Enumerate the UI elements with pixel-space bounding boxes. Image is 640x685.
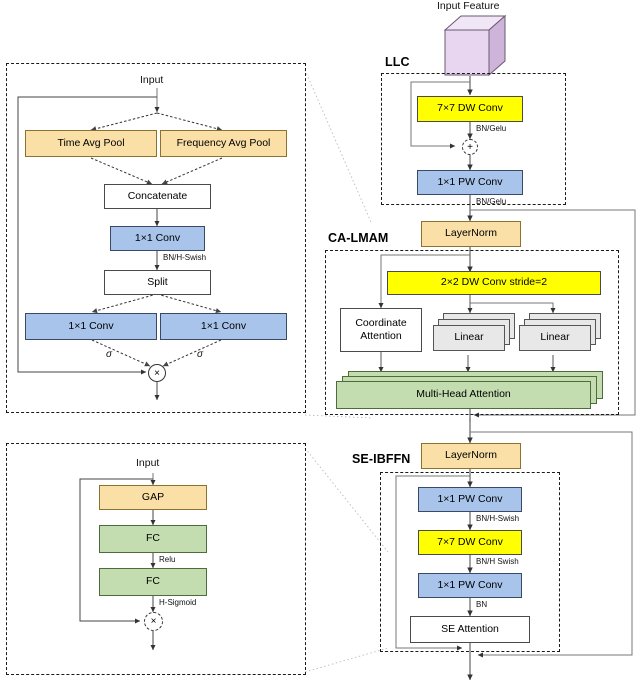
input-feature-label: Input Feature xyxy=(437,0,500,12)
llc-pw-conv-block: 1×1 PW Conv xyxy=(417,170,523,195)
frequency-avg-pool-block: Frequency Avg Pool xyxy=(160,130,287,157)
se-ibffn-pw-conv-1-block: 1×1 PW Conv xyxy=(418,487,522,512)
llc-bn-gelu-label-1: BN/Gelu xyxy=(476,124,507,133)
se-ibffn-caption: SE-IBFFN xyxy=(352,452,411,466)
relu-label: Relu xyxy=(159,555,176,564)
se-ibffn-bn-label: BN xyxy=(476,600,488,609)
conv-1x1-main-block: 1×1 Conv xyxy=(110,226,205,251)
llc-dw-conv-block: 7×7 DW Conv xyxy=(417,96,523,122)
sigma-left-label: σ xyxy=(106,349,113,360)
input-feature-cube xyxy=(443,14,507,77)
sigma-right-label: σ xyxy=(197,349,204,360)
coord-detail-input-label: Input xyxy=(140,74,164,86)
se-ibffn-bn-hswish-label-2: BN/H Swish xyxy=(476,557,519,566)
h-sigmoid-label: H-Sigmoid xyxy=(159,598,197,607)
coordinate-attention-line1: Coordinate xyxy=(355,317,407,330)
se-ibffn-dw-conv-block: 7×7 DW Conv xyxy=(418,530,522,555)
conv-1x1-right-block: 1×1 Conv xyxy=(160,313,287,340)
se-ibffn-pw-conv-2-block: 1×1 PW Conv xyxy=(418,573,522,598)
time-avg-pool-block: Time Avg Pool xyxy=(25,130,157,157)
conv-1x1-left-block: 1×1 Conv xyxy=(25,313,157,340)
ca-lmam-linear-left-block: Linear xyxy=(433,325,505,351)
se-attention-detail-frame xyxy=(6,443,306,675)
architecture-diagram: Input Feature LLC 7×7 DW Conv BN/Gelu + … xyxy=(0,0,640,685)
ca-lmam-linear-right-block: Linear xyxy=(519,325,591,351)
coordinate-attention-line2: Attention xyxy=(360,330,402,342)
ca-lmam-mha-block: Multi-Head Attention xyxy=(336,381,591,409)
se-detail-input-label: Input xyxy=(136,457,160,469)
split-block: Split xyxy=(104,270,211,295)
fc-2-block: FC xyxy=(99,568,207,596)
ca-lmam-dw-conv-stride-block: 2×2 DW Conv stride=2 xyxy=(387,271,601,295)
ca-lmam-coordinate-attention-block: Coordinate Attention xyxy=(340,308,422,352)
gap-block: GAP xyxy=(99,485,207,510)
concatenate-block: Concatenate xyxy=(104,184,211,209)
se-ibffn-layernorm-block: LayerNorm xyxy=(421,443,521,469)
coord-detail-multiply-operator: × xyxy=(148,364,166,382)
fc-1-block: FC xyxy=(99,525,207,553)
ca-lmam-caption: CA-LMAM xyxy=(328,231,389,245)
ca-lmam-layernorm-block: LayerNorm xyxy=(421,221,521,247)
se-detail-multiply-operator: × xyxy=(144,612,163,631)
se-ibffn-se-attention-block: SE Attention xyxy=(410,616,530,643)
se-ibffn-bn-hswish-label-1: BN/H-Swish xyxy=(476,514,520,523)
coord-detail-bn-hswish-label: BN/H-Swish xyxy=(163,253,207,262)
llc-caption: LLC xyxy=(385,55,410,69)
llc-bn-gelu-label-2: BN/Gelu xyxy=(476,197,507,206)
llc-add-operator: + xyxy=(462,139,478,155)
